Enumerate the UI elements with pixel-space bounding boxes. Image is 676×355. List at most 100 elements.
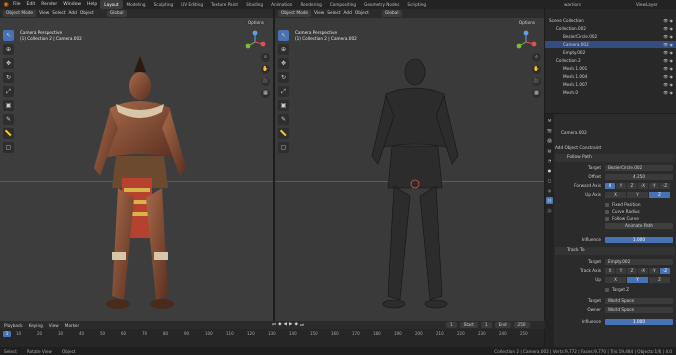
add-cube-tool-icon[interactable]: ▢ <box>278 142 289 153</box>
workspace-tab-scripting[interactable]: Scripting <box>403 0 430 9</box>
track-to-name[interactable]: Track To <box>559 248 585 253</box>
tool-tab-icon[interactable]: ⚒ <box>546 117 553 124</box>
play-reverse-icon[interactable]: ◀ <box>284 322 287 328</box>
constraints-tab-icon[interactable]: ⛓ <box>546 197 553 204</box>
track-up-z[interactable]: Z <box>649 276 670 283</box>
right-menu-view[interactable]: View <box>314 11 324 16</box>
object-name[interactable]: Camera.002 <box>555 130 587 135</box>
animate-path-button[interactable]: Animate Path <box>605 223 673 229</box>
prev-key-icon[interactable]: ◆ <box>278 322 281 328</box>
workspace-tab-geometry-nodes[interactable]: Geometry Nodes <box>360 0 403 9</box>
timeline-menu-keying[interactable]: Keying <box>29 323 43 328</box>
up-axis-y[interactable]: Y <box>627 191 648 198</box>
left-transform-orientation[interactable]: Global <box>106 10 127 17</box>
forward-axis-neg-x[interactable]: -X <box>638 182 648 189</box>
left-options-button[interactable]: Options <box>244 20 267 26</box>
workspace-tab-modeling[interactable]: Modeling <box>123 0 150 9</box>
move-tool-icon[interactable]: ✥ <box>278 58 289 69</box>
menu-render[interactable]: Render <box>38 0 60 9</box>
outliner-row[interactable]: Mesh.1.004 👁 ◉ <box>545 73 676 80</box>
track-to-panel-header[interactable]: Track To <box>555 247 675 255</box>
current-frame-field[interactable]: 1 <box>446 322 457 328</box>
track-axis-x[interactable]: X <box>605 267 615 274</box>
forward-axis-z[interactable]: Z <box>627 182 637 189</box>
blender-logo-icon[interactable]: ◉ <box>2 1 10 8</box>
workspace-tab-texture-paint[interactable]: Texture Paint <box>207 0 242 9</box>
forward-axis-neg-y[interactable]: -Y <box>649 182 659 189</box>
workspace-tab-compositing[interactable]: Compositing <box>326 0 360 9</box>
forward-axis-neg-z[interactable]: -Z <box>660 182 670 189</box>
left-menu-view[interactable]: View <box>39 11 49 16</box>
outliner-row[interactable]: Collection.002 👁 ◉ <box>545 25 676 32</box>
rotate-tool-icon[interactable]: ↻ <box>3 72 14 83</box>
zoom-icon[interactable]: ⌕ <box>261 53 270 62</box>
select-tool-icon[interactable]: ↖ <box>278 30 289 41</box>
current-frame-indicator[interactable]: 1 <box>3 331 11 337</box>
workspace-tab-shading[interactable]: Shading <box>242 0 267 9</box>
target-z-checkbox[interactable] <box>605 287 609 292</box>
physics-tab-icon[interactable]: ◎ <box>546 187 553 194</box>
navigation-gizmo-icon[interactable] <box>514 30 538 54</box>
follow-path-influence-slider[interactable]: 1.000 <box>605 236 673 243</box>
zoom-icon[interactable]: ⌕ <box>532 53 541 62</box>
move-tool-icon[interactable]: ✥ <box>3 58 14 69</box>
right-menu-add[interactable]: Add <box>344 11 352 16</box>
right-menu-select[interactable]: Select <box>327 11 340 16</box>
visibility-eye-icon[interactable]: 👁 ◉ <box>663 89 673 96</box>
owner-space-dropdown[interactable]: World Space <box>605 306 673 313</box>
follow-path-panel-header[interactable]: Follow Path <box>555 154 675 162</box>
track-axis-neg-z[interactable]: -Z <box>660 267 670 274</box>
outliner-row[interactable]: Collection 2 👁 ◉ <box>545 57 676 64</box>
measure-tool-icon[interactable]: 📏 <box>278 128 289 139</box>
visibility-eye-icon[interactable]: 👁 ◉ <box>663 25 673 32</box>
track-axis-neg-y[interactable]: -Y <box>649 267 659 274</box>
visibility-eye-icon[interactable]: 👁 ◉ <box>663 73 673 80</box>
scene-selector[interactable]: warriors <box>560 0 585 9</box>
pan-hand-icon[interactable]: ✋ <box>532 65 541 74</box>
fixed-position-checkbox[interactable] <box>605 202 609 207</box>
view-layer-tab-icon[interactable]: ▤ <box>546 147 553 154</box>
forward-axis-y[interactable]: Y <box>616 182 626 189</box>
rotate-tool-icon[interactable]: ↻ <box>278 72 289 83</box>
track-to-target-field[interactable]: Empty.002 <box>605 258 673 265</box>
world-tab-icon[interactable]: ● <box>546 167 553 174</box>
workspace-tab-layout[interactable]: Layout <box>100 0 123 9</box>
track-to-influence-slider[interactable]: 1.000 <box>605 318 673 325</box>
outliner-row[interactable]: Mesh.0 👁 ◉ <box>545 89 676 96</box>
start-frame-field[interactable]: 1 <box>480 322 492 328</box>
timeline-menu-playback[interactable]: Playback <box>4 323 23 328</box>
output-tab-icon[interactable]: 🖨 <box>546 137 553 144</box>
jump-end-icon[interactable]: ⏭ <box>300 322 304 328</box>
track-axis-neg-x[interactable]: -X <box>638 267 648 274</box>
visibility-eye-icon[interactable]: 👁 ◉ <box>663 17 673 24</box>
cursor-tool-icon[interactable]: ⊕ <box>278 44 289 55</box>
offset-field[interactable]: 4.250 <box>605 173 673 180</box>
right-transform-orientation[interactable]: Global <box>381 10 402 17</box>
visibility-eye-icon[interactable]: 👁 ◉ <box>663 33 673 40</box>
track-up-x[interactable]: X <box>605 276 626 283</box>
scale-tool-icon[interactable]: ⤢ <box>278 86 289 97</box>
outliner-row[interactable]: BezierCircle.002 👁 ◉ <box>545 33 676 40</box>
outliner-row[interactable]: Empty.002 👁 ◉ <box>545 49 676 56</box>
grid-view-icon[interactable]: ▦ <box>532 89 541 98</box>
transform-tool-icon[interactable]: ▣ <box>278 100 289 111</box>
track-axis-y[interactable]: Y <box>616 267 626 274</box>
render-tab-icon[interactable]: 📷 <box>546 127 553 134</box>
add-cube-tool-icon[interactable]: ▢ <box>3 142 14 153</box>
visibility-eye-icon[interactable]: 👁 ◉ <box>663 65 673 72</box>
annotate-tool-icon[interactable]: ✎ <box>3 114 14 125</box>
add-constraint-button[interactable]: Add Object Constraint <box>555 145 601 150</box>
right-viewport[interactable]: Camera Perspective (1) Collection 2 | Ca… <box>275 18 544 321</box>
left-mode-selector[interactable]: Object Mode <box>3 10 37 17</box>
object-tab-icon[interactable]: ▢ <box>546 177 553 184</box>
cursor-tool-icon[interactable]: ⊕ <box>3 44 14 55</box>
left-viewport[interactable]: Camera Perspective (1) Collection 2 | Ca… <box>0 18 273 321</box>
visibility-eye-icon[interactable]: 👁 ◉ <box>663 57 673 64</box>
left-menu-select[interactable]: Select <box>52 11 65 16</box>
jump-start-icon[interactable]: ⏮ <box>272 322 276 328</box>
follow-path-target-field[interactable]: BezierCircle.002 <box>605 164 673 171</box>
menu-edit[interactable]: Edit <box>24 0 39 9</box>
view-layer-selector[interactable]: ViewLayer <box>632 0 662 9</box>
track-up-y[interactable]: Y <box>627 276 648 283</box>
outliner-row[interactable]: Camera.002 👁 ◉ <box>545 41 676 48</box>
